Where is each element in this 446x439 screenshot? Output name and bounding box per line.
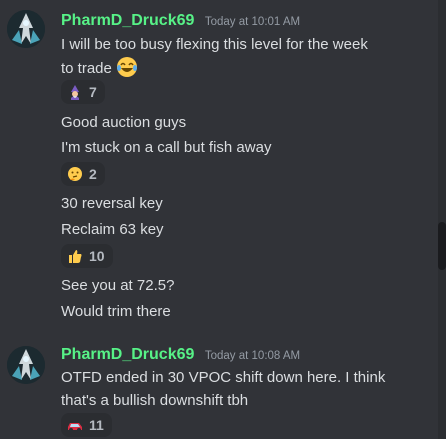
laughing-crying-emoji xyxy=(117,57,138,77)
reaction[interactable]: 11 xyxy=(61,413,112,437)
message-text: to trade xyxy=(61,60,112,77)
message-text: 30 reversal key xyxy=(61,195,163,212)
reaction-count: 2 xyxy=(89,166,97,182)
wizard-emoji xyxy=(71,85,79,100)
scrollbar-thumb[interactable] xyxy=(438,222,446,270)
thumbs-up-emoji xyxy=(69,250,82,263)
reaction[interactable]: 2 xyxy=(61,162,105,186)
message-text: Reclaim 63 key xyxy=(61,221,164,238)
avatar[interactable] xyxy=(7,10,45,48)
reaction[interactable]: 10 xyxy=(61,244,113,268)
message-text-line: to trade xyxy=(61,56,138,80)
username[interactable]: PharmD_Druck69 xyxy=(61,12,194,29)
thinking-face-emoji xyxy=(68,167,82,181)
message-text: I'm stuck on a call but fish away xyxy=(61,139,272,156)
red-car-emoji xyxy=(68,423,82,432)
message-text: I will be too busy flexing this level fo… xyxy=(61,36,368,53)
message-header: PharmD_Druck69 Today at 10:01 AM xyxy=(61,12,300,30)
reaction-count: 11 xyxy=(89,417,104,433)
wizard-avatar-icon xyxy=(7,10,45,48)
reaction[interactable]: 7 xyxy=(61,80,105,104)
message-text: Good auction guys xyxy=(61,114,187,131)
message-text: that's a bullish downshift tbh xyxy=(61,392,249,409)
message-header: PharmD_Druck69 Today at 10:08 AM xyxy=(61,346,300,364)
timestamp: Today at 10:01 AM xyxy=(204,16,301,28)
avatar[interactable] xyxy=(7,346,45,384)
message-text: Would trim there xyxy=(61,303,171,320)
message-text: OTFD ended in 30 VPOC shift down here. I… xyxy=(61,369,386,386)
username[interactable]: PharmD_Druck69 xyxy=(61,346,194,363)
reaction-count: 7 xyxy=(89,84,97,100)
reaction-count: 10 xyxy=(89,248,105,264)
wizard-avatar-icon xyxy=(7,346,45,384)
message-text: See you at 72.5? xyxy=(61,277,175,294)
timestamp: Today at 10:08 AM xyxy=(204,350,301,362)
scrollbar-track[interactable] xyxy=(438,0,446,439)
